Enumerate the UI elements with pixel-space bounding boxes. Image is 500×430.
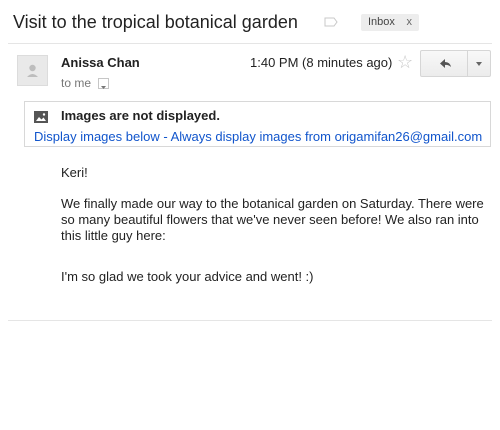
reply-icon	[440, 59, 451, 68]
header-divider	[8, 43, 492, 44]
recipient-details-toggle[interactable]	[98, 78, 109, 89]
inbox-label-text: Inbox	[368, 16, 395, 28]
email-timestamp: 1:40 PM (8 minutes ago)	[250, 55, 393, 70]
footer-divider	[8, 320, 492, 321]
images-notice-title: Images are not displayed.	[61, 108, 220, 123]
avatar-icon	[17, 55, 48, 86]
subject-header: Visit to the tropical botanical garden I…	[0, 0, 500, 44]
chevron-down-icon	[476, 62, 482, 66]
inbox-label-chip[interactable]: Inbox x	[361, 14, 419, 31]
recipient-line: to me	[61, 76, 92, 90]
chevron-down-icon	[101, 86, 106, 89]
email-subject: Visit to the tropical botanical garden	[13, 12, 298, 32]
images-notice-links: Display images below - Always display im…	[34, 129, 482, 144]
always-display-images-link[interactable]: Always display images from origamifan26@…	[171, 129, 483, 144]
body-paragraph: We finally made our way to the botanical…	[61, 196, 484, 243]
body-paragraph: I'm so glad we took your advice and went…	[61, 269, 314, 284]
body-greeting: Keri!	[61, 165, 88, 180]
sender-name[interactable]: Anissa Chan	[61, 55, 140, 70]
person-silhouette-icon	[27, 64, 38, 77]
display-images-below-link[interactable]: Display images below	[34, 129, 160, 144]
label-icon[interactable]	[324, 17, 338, 27]
remove-label-button[interactable]: x	[407, 14, 413, 31]
link-separator: -	[159, 129, 171, 144]
reply-button[interactable]	[420, 50, 468, 77]
image-icon	[34, 111, 48, 123]
images-blocked-notice: Images are not displayed. Display images…	[24, 101, 491, 147]
star-icon[interactable]: ☆	[397, 52, 413, 73]
more-options-button[interactable]	[467, 50, 491, 77]
